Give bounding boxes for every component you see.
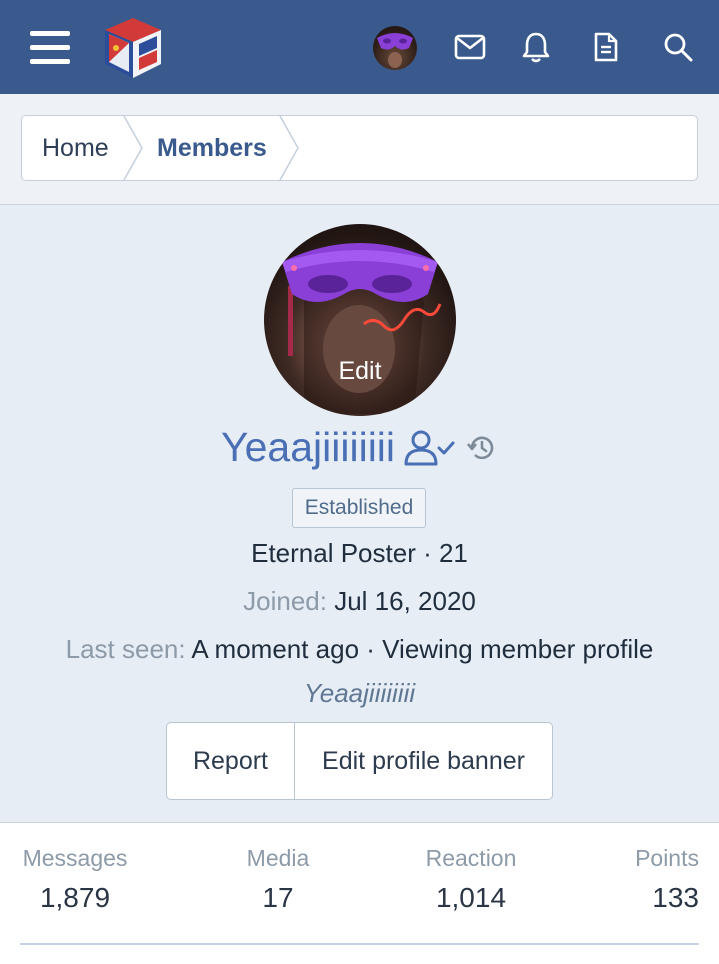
breadcrumb-separator-icon (123, 116, 143, 180)
inbox-icon[interactable] (449, 26, 491, 68)
document-icon[interactable] (585, 26, 627, 68)
follow-user-icon[interactable] (403, 428, 455, 468)
menu-icon[interactable] (30, 31, 70, 65)
last-seen-line: Last seen: A moment ago · Viewing member… (0, 634, 719, 665)
stat-reaction[interactable]: Reaction 1,014 (416, 845, 526, 914)
last-seen-username[interactable]: Yeaajiiiiiiii (0, 678, 719, 709)
last-seen-label: Last seen: (65, 634, 186, 664)
breadcrumb-separator-icon (279, 116, 299, 180)
user-title-badge: Established (292, 488, 426, 528)
breadcrumb-bar: Home Members (0, 94, 719, 205)
stat-label: Reaction (425, 845, 517, 871)
stat-value: 133 (652, 882, 699, 913)
stat-label: Messages (22, 845, 128, 871)
search-icon[interactable] (657, 26, 699, 68)
member-title-line: Eternal Poster · 21 (251, 538, 468, 568)
profile-action-buttons: Report Edit profile banner (166, 722, 553, 800)
stat-messages[interactable]: Messages 1,879 (20, 845, 130, 914)
edit-profile-banner-button[interactable]: Edit profile banner (295, 723, 552, 799)
profile-avatar[interactable]: Edit (264, 224, 456, 416)
top-bar (0, 0, 719, 94)
stat-label: Media (246, 845, 310, 871)
username[interactable]: Yeaajiiiiiiii (221, 424, 395, 470)
username-row: Yeaajiiiiiiii (0, 424, 719, 476)
site-logo[interactable] (99, 14, 167, 82)
stat-value: 1,014 (435, 882, 507, 913)
breadcrumb-home[interactable]: Home (42, 116, 109, 180)
breadcrumb-members[interactable]: Members (157, 116, 267, 180)
stat-media[interactable]: Media 17 (228, 845, 328, 914)
stat-points[interactable]: Points 133 (599, 845, 699, 914)
breadcrumb: Home Members (21, 115, 698, 181)
joined-label: Joined: (243, 586, 327, 616)
stat-value: 1,879 (39, 882, 111, 913)
avatar-edit-label[interactable]: Edit (264, 357, 456, 386)
last-seen-value[interactable]: A moment ago · Viewing member profile (191, 634, 653, 664)
joined-line: Joined: Jul 16, 2020 (0, 586, 719, 617)
bell-icon[interactable] (515, 26, 557, 68)
report-button[interactable]: Report (167, 723, 295, 799)
user-avatar[interactable] (373, 26, 417, 70)
stat-value: 17 (262, 882, 294, 913)
history-icon[interactable] (466, 432, 498, 464)
joined-value: Jul 16, 2020 (334, 586, 476, 616)
profile-header: Edit Yeaajiiiiiiii Established Eternal P… (0, 205, 719, 823)
stats-divider (20, 943, 699, 945)
profile-stats: Messages 1,879 Media 17 Reaction 1,014 P… (0, 823, 719, 964)
stat-label: Points (635, 845, 699, 871)
